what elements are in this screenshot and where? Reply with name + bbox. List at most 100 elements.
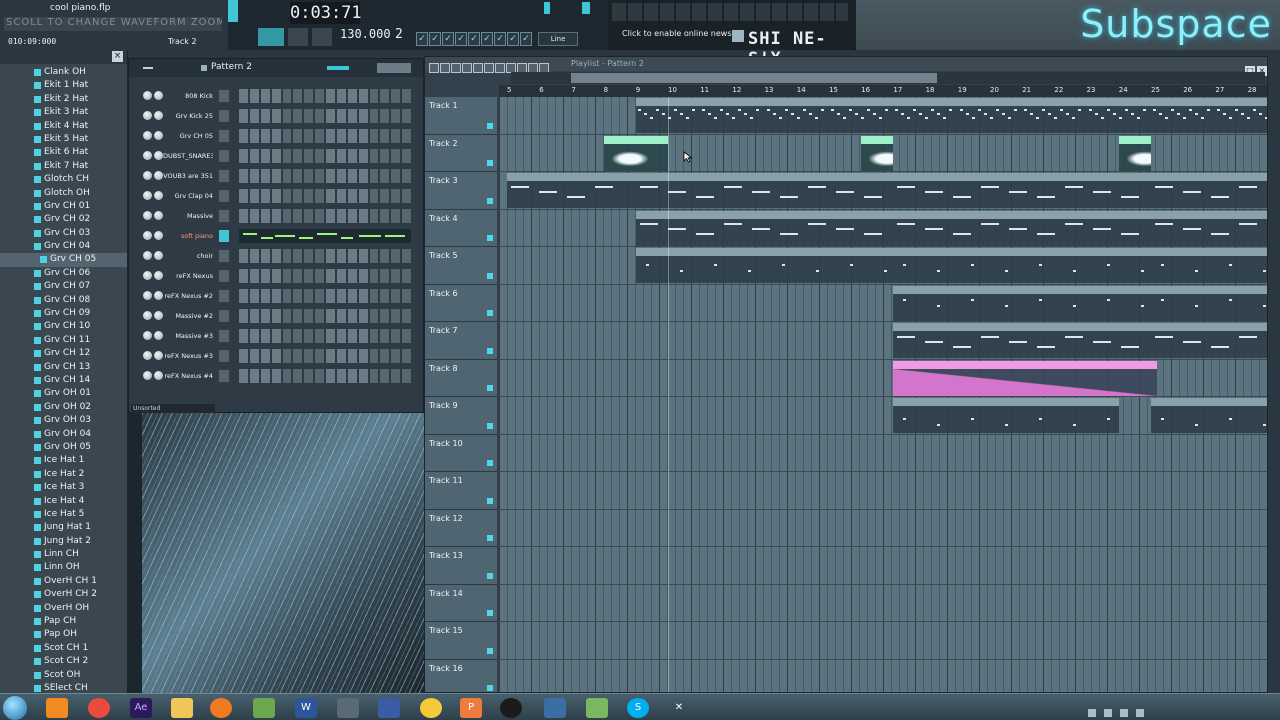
- step-button[interactable]: [293, 269, 303, 283]
- step-button[interactable]: [282, 269, 292, 283]
- step-button[interactable]: [402, 309, 411, 323]
- step-button[interactable]: [391, 169, 401, 183]
- step-button[interactable]: [239, 89, 248, 103]
- minecraft-server-icon[interactable]: [586, 698, 608, 718]
- step-button[interactable]: [239, 169, 248, 183]
- step-button[interactable]: [358, 329, 368, 343]
- channel-select-led[interactable]: [219, 250, 229, 262]
- step-button[interactable]: [391, 149, 401, 163]
- step-button[interactable]: [402, 189, 411, 203]
- track-header[interactable]: Track 16: [425, 659, 497, 692]
- step-button[interactable]: [336, 369, 346, 383]
- step-button[interactable]: [271, 109, 281, 123]
- step-button[interactable]: [260, 149, 270, 163]
- step-button[interactable]: [336, 169, 346, 183]
- step-button[interactable]: [336, 209, 346, 223]
- volume-knob[interactable]: [154, 251, 163, 260]
- tool-icon[interactable]: ✕: [668, 698, 690, 718]
- step-button[interactable]: [304, 289, 314, 303]
- step-button[interactable]: [358, 289, 368, 303]
- step-button[interactable]: [380, 249, 390, 263]
- step-button[interactable]: [402, 329, 411, 343]
- channel-row[interactable]: DUBST_SNARE3: [129, 147, 425, 165]
- time-ruler[interactable]: 5 6 7 8 9 10 11 12 13 14 15 16 17 18 19 20 21 22 23 24 25 26 2…: [499, 85, 1267, 97]
- browser-item[interactable]: Ekit 2 Hat: [0, 93, 127, 106]
- step-button[interactable]: [380, 209, 390, 223]
- tray-volume-icon[interactable]: [1120, 709, 1128, 717]
- track-header[interactable]: Track 10: [425, 434, 497, 472]
- step-button[interactable]: [271, 169, 281, 183]
- automation-clip[interactable]: Param. EQ 2 (Massive #2) - Band 3 freq e…: [893, 360, 1158, 396]
- track-mute-led[interactable]: [487, 385, 493, 391]
- step-button[interactable]: [326, 109, 335, 123]
- step-button[interactable]: [271, 189, 281, 203]
- channel-row[interactable]: reFX Nexus #4: [129, 367, 425, 385]
- step-button[interactable]: [347, 189, 357, 203]
- step-button[interactable]: [315, 209, 324, 223]
- step-button[interactable]: [402, 289, 411, 303]
- channel-row[interactable]: 808 Kick: [129, 87, 425, 105]
- browser-item[interactable]: Ekit 7 Hat: [0, 160, 127, 173]
- track-mute-led[interactable]: [487, 235, 493, 241]
- step-button[interactable]: [326, 349, 335, 363]
- step-button[interactable]: [380, 329, 390, 343]
- step-button[interactable]: [358, 369, 368, 383]
- step-button[interactable]: [282, 129, 292, 143]
- step-button[interactable]: [282, 109, 292, 123]
- pattern-clip[interactable]: Pattern 3: [700, 98, 765, 133]
- pan-knob[interactable]: [143, 171, 152, 180]
- browser-item[interactable]: Ekit 4 Hat: [0, 120, 127, 133]
- step-button[interactable]: [282, 349, 292, 363]
- browser-item[interactable]: Ice Hat 3: [0, 481, 127, 494]
- step-button[interactable]: [347, 149, 357, 163]
- step-button[interactable]: [271, 149, 281, 163]
- browser-item[interactable]: Grv OH 04: [0, 428, 127, 441]
- step-button[interactable]: [347, 169, 357, 183]
- step-button[interactable]: [369, 369, 379, 383]
- step-button[interactable]: [347, 129, 357, 143]
- step-button[interactable]: [391, 89, 401, 103]
- browser-item[interactable]: Grv CH 03: [0, 227, 127, 240]
- pan-knob[interactable]: [143, 311, 152, 320]
- chrome-icon[interactable]: [88, 698, 110, 718]
- track-mute-led[interactable]: [487, 647, 493, 654]
- pattern-clip[interactable]: Pattern 9: [893, 398, 1119, 433]
- step-button[interactable]: [260, 329, 270, 343]
- playhead-marker[interactable]: [668, 97, 669, 692]
- pattern-clip[interactable]: Pattern 2: [1151, 173, 1267, 208]
- step-button[interactable]: [315, 149, 324, 163]
- track-mute-led[interactable]: [487, 272, 493, 279]
- step-button[interactable]: [315, 349, 324, 363]
- step-button[interactable]: [249, 249, 259, 263]
- step-button[interactable]: [326, 309, 335, 323]
- step-button[interactable]: [336, 109, 346, 123]
- browser-item[interactable]: Ice Hat 4: [0, 495, 127, 508]
- pattern-clip[interactable]: Pattern 3: [829, 98, 894, 133]
- channel-name[interactable]: choir: [163, 249, 213, 263]
- step-button[interactable]: [336, 249, 346, 263]
- channel-row[interactable]: reFX Nexus: [129, 267, 425, 285]
- step-button[interactable]: [239, 129, 248, 143]
- folder-icon[interactable]: [171, 698, 193, 718]
- step-button[interactable]: [304, 309, 314, 323]
- close-icon[interactable]: ×: [112, 51, 123, 62]
- volume-knob[interactable]: [154, 291, 163, 300]
- step-button[interactable]: [260, 269, 270, 283]
- channel-select-led[interactable]: [219, 350, 229, 362]
- channel-row[interactable]: Grv Kick 25: [129, 107, 425, 125]
- snap-icon[interactable]: ✓: [520, 32, 532, 46]
- pan-knob[interactable]: [143, 211, 152, 220]
- step-button[interactable]: [391, 269, 401, 283]
- step-button[interactable]: [293, 249, 303, 263]
- step-button[interactable]: [249, 289, 259, 303]
- step-button[interactable]: [347, 89, 357, 103]
- pan-knob[interactable]: [143, 331, 152, 340]
- browser-item[interactable]: Grv CH 11: [0, 334, 127, 347]
- track-header[interactable]: Track 2: [425, 134, 497, 172]
- tray-flag-icon[interactable]: [1088, 709, 1096, 717]
- browser-item[interactable]: Grv CH 08: [0, 294, 127, 307]
- step-button[interactable]: [358, 149, 368, 163]
- step-button[interactable]: [304, 269, 314, 283]
- audio-clip[interactable]: 1 Bass...: [1118, 135, 1151, 171]
- step-button[interactable]: [402, 129, 411, 143]
